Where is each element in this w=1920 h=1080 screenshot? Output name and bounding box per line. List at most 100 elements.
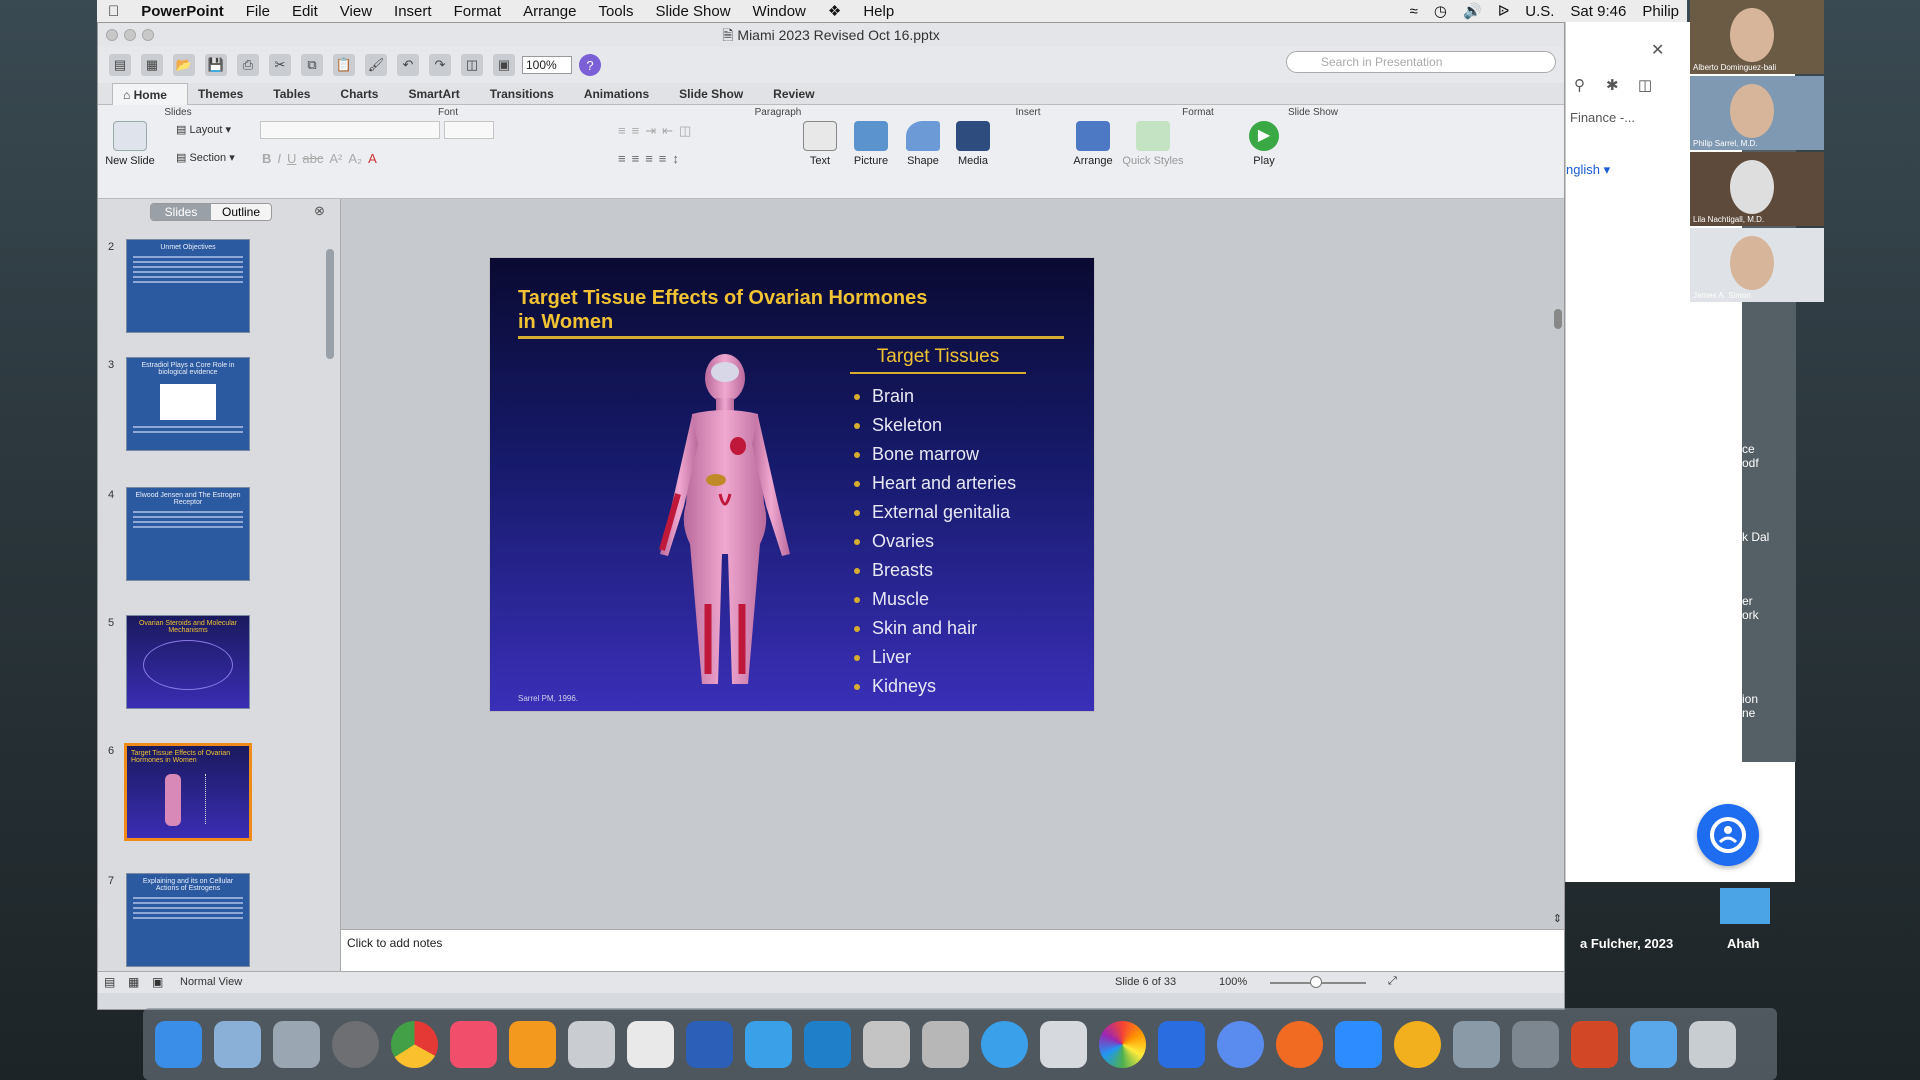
print-icon[interactable]: ⎙ bbox=[237, 54, 259, 76]
numbering-icon[interactable]: ≡ bbox=[632, 123, 640, 139]
slide-title[interactable]: Target Tissue Effects of Ovarian Hormone… bbox=[518, 286, 1038, 334]
open-icon[interactable]: 📂 bbox=[173, 54, 195, 76]
accessibility-icon[interactable] bbox=[1697, 804, 1759, 866]
menu-insert[interactable]: Insert bbox=[383, 3, 443, 20]
insert-picture-button[interactable]: Picture bbox=[846, 121, 896, 167]
desktop-file-label[interactable]: a Fulcher, 2023 bbox=[1580, 936, 1673, 951]
apple-icon[interactable]:  bbox=[97, 3, 130, 20]
clock[interactable]: Sat 9:46 bbox=[1562, 3, 1634, 20]
photos-icon[interactable] bbox=[1099, 1020, 1146, 1068]
font-name-select[interactable] bbox=[260, 121, 440, 139]
zoom-window-button[interactable] bbox=[142, 29, 154, 41]
user-menu[interactable]: Philip bbox=[1634, 3, 1687, 20]
play-button[interactable]: ▶ Play bbox=[1242, 121, 1286, 167]
bullets-icon[interactable]: ≡ bbox=[618, 123, 626, 139]
preview-icon[interactable] bbox=[273, 1020, 320, 1068]
chrome-icon[interactable] bbox=[391, 1020, 438, 1068]
editor-scrollbar[interactable] bbox=[1554, 309, 1562, 329]
firefox-icon[interactable] bbox=[1276, 1020, 1323, 1068]
font-color-icon[interactable]: A bbox=[368, 151, 377, 166]
books-icon[interactable] bbox=[509, 1020, 556, 1068]
calculator-icon[interactable] bbox=[863, 1020, 910, 1068]
menu-help[interactable]: Help bbox=[852, 3, 905, 20]
video-tile[interactable]: Philip Sarrel, M.D. bbox=[1690, 76, 1824, 150]
people-icon[interactable] bbox=[745, 1020, 792, 1068]
underline-icon[interactable]: U bbox=[287, 151, 296, 166]
system-preferences-icon[interactable] bbox=[332, 1020, 379, 1068]
launchpad-icon[interactable] bbox=[214, 1020, 261, 1068]
redo-icon[interactable]: ↷ bbox=[429, 54, 451, 76]
panel-scrollbar[interactable] bbox=[326, 249, 334, 359]
templates-icon[interactable]: ▦ bbox=[141, 54, 163, 76]
browser-tab-text[interactable]: Finance -... bbox=[1570, 110, 1635, 125]
normal-view-icon[interactable]: ▤ bbox=[104, 975, 115, 989]
menu-tools[interactable]: Tools bbox=[587, 3, 644, 20]
slide-thumbnail-selected[interactable]: Target Tissue Effects of Ovarian Hormone… bbox=[124, 743, 252, 841]
tab-home[interactable]: ⌂ Home bbox=[112, 82, 188, 105]
minimize-window-button[interactable] bbox=[124, 29, 136, 41]
page-nav-icon[interactable]: ⇕ bbox=[1553, 912, 1562, 925]
printer-icon[interactable] bbox=[1453, 1020, 1500, 1068]
menu-window[interactable]: Window bbox=[742, 3, 817, 20]
zoom-field[interactable]: 100% bbox=[522, 56, 572, 74]
arrange-button[interactable]: Arrange bbox=[1068, 121, 1118, 167]
slide-thumbnail[interactable]: Elwood Jensen and The Estrogen Receptor bbox=[126, 487, 250, 581]
trash-icon[interactable] bbox=[1689, 1020, 1736, 1068]
notes-pane[interactable]: Click to add notes bbox=[341, 929, 1564, 971]
sidebar-icon[interactable]: ◫ bbox=[1638, 76, 1652, 94]
new-icon[interactable]: ▤ bbox=[109, 54, 131, 76]
format-painter-icon[interactable]: 🖌 bbox=[365, 54, 387, 76]
zoom-slider-thumb[interactable] bbox=[1310, 976, 1322, 988]
menu-format[interactable]: Format bbox=[443, 3, 513, 20]
section-button[interactable]: ▤ Section ▾ bbox=[176, 151, 235, 164]
sidebar-icon[interactable]: ◫ bbox=[461, 54, 483, 76]
line-spacing-icon[interactable]: ↕ bbox=[672, 151, 679, 166]
save-icon[interactable]: 💾 bbox=[205, 54, 227, 76]
o-app-icon[interactable] bbox=[1394, 1020, 1441, 1068]
current-slide[interactable]: Target Tissue Effects of Ovarian Hormone… bbox=[489, 257, 1095, 712]
tab-tables[interactable]: Tables bbox=[263, 87, 330, 101]
word-icon[interactable] bbox=[686, 1020, 733, 1068]
mail-icon[interactable] bbox=[1158, 1020, 1205, 1068]
columns-icon[interactable]: ◫ bbox=[679, 123, 691, 139]
image-capture-icon[interactable] bbox=[1040, 1020, 1087, 1068]
cut-icon[interactable]: ✂ bbox=[269, 54, 291, 76]
menu-arrange[interactable]: Arrange bbox=[512, 3, 587, 20]
tab-themes[interactable]: Themes bbox=[188, 87, 263, 101]
menu-slideshow[interactable]: Slide Show bbox=[644, 3, 741, 20]
align-left-icon[interactable]: ≡ bbox=[618, 151, 626, 166]
tab-animations[interactable]: Animations bbox=[574, 87, 669, 101]
video-tile[interactable]: Lila Nachtigall, M.D. bbox=[1690, 152, 1824, 226]
strikethrough-icon[interactable]: abc bbox=[302, 151, 323, 166]
menu-file[interactable]: File bbox=[235, 3, 281, 20]
tab-charts[interactable]: Charts bbox=[330, 87, 398, 101]
tab-slideshow[interactable]: Slide Show bbox=[669, 87, 763, 101]
menu-view[interactable]: View bbox=[329, 3, 383, 20]
bold-icon[interactable]: B bbox=[262, 151, 271, 166]
video-tile[interactable]: James A. Simon bbox=[1690, 228, 1824, 302]
photo-app-icon[interactable] bbox=[922, 1020, 969, 1068]
script-icon[interactable]: ❖ bbox=[817, 2, 852, 20]
subscript-icon[interactable]: A₂ bbox=[348, 151, 362, 166]
video-tile[interactable]: Alberto Dominguez-bali bbox=[1690, 0, 1824, 74]
quick-styles-button[interactable]: Quick Styles bbox=[1120, 121, 1186, 167]
downloads-folder-icon[interactable] bbox=[1630, 1020, 1677, 1068]
slide-thumbnail[interactable]: Unmet Objectives bbox=[126, 239, 250, 333]
copy-icon[interactable]: ⧉ bbox=[301, 54, 323, 76]
safari-icon[interactable] bbox=[981, 1020, 1028, 1068]
slide-sorter-icon[interactable]: ▦ bbox=[128, 975, 139, 989]
italic-icon[interactable]: I bbox=[277, 151, 281, 166]
slides-view-tab[interactable]: Slides bbox=[151, 204, 211, 220]
fit-icon[interactable]: ⤢ bbox=[1388, 975, 1397, 988]
align-center-icon[interactable]: ≡ bbox=[632, 151, 640, 166]
insert-media-button[interactable]: Media bbox=[950, 121, 996, 167]
zoom-icon[interactable] bbox=[1335, 1020, 1382, 1068]
slide-thumbnail[interactable]: Ovarian Steroids and Molecular Mechanism… bbox=[126, 615, 250, 709]
align-right-icon[interactable]: ≡ bbox=[645, 151, 653, 166]
close-tab-icon[interactable]: ✕ bbox=[1651, 40, 1664, 60]
input-source[interactable]: U.S. bbox=[1517, 3, 1562, 20]
undo-icon[interactable]: ↶ bbox=[397, 54, 419, 76]
new-slide-button[interactable]: New Slide bbox=[98, 121, 162, 167]
superscript-icon[interactable]: A² bbox=[329, 151, 342, 166]
outdent-icon[interactable]: ⇤ bbox=[662, 123, 673, 139]
